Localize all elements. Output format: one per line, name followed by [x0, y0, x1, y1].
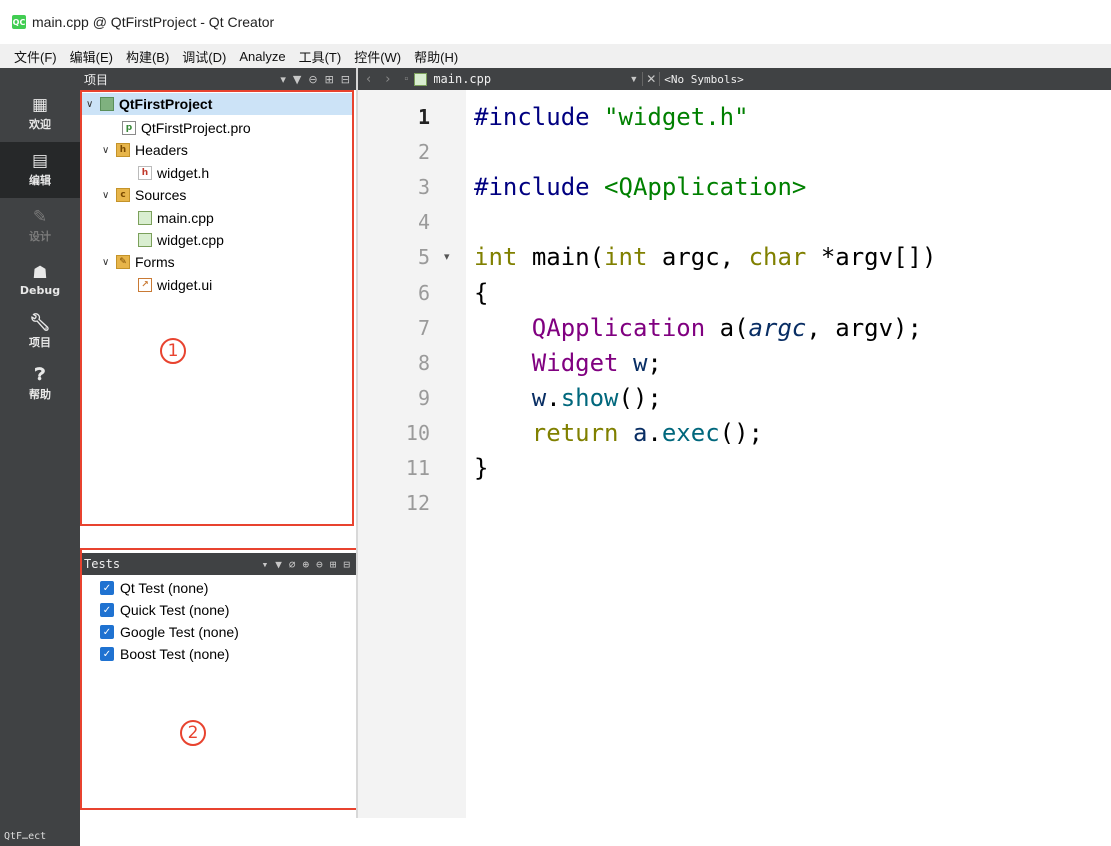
- line-number: 7: [417, 316, 430, 340]
- line-number: 2: [417, 140, 430, 164]
- lock-icon: ▫: [404, 73, 409, 85]
- mode-label: 帮助: [29, 388, 51, 401]
- line-number: 3: [417, 175, 430, 199]
- menu-build[interactable]: 构建(B): [126, 47, 169, 66]
- mode-design[interactable]: ✎ 设计: [0, 198, 80, 254]
- title-bar: QC main.cpp @ QtFirstProject - Qt Creato…: [0, 0, 1111, 44]
- annotation-box-2: [80, 548, 360, 810]
- cpp-file-icon: [414, 72, 428, 86]
- menu-widgets[interactable]: 控件(W): [354, 47, 401, 66]
- qt-creator-logo-icon: QC: [12, 15, 26, 29]
- menu-edit[interactable]: 编辑(E): [70, 47, 113, 66]
- code-line-8: Widget w;: [531, 349, 662, 377]
- mode-projects[interactable]: 🔧︎ 项目: [0, 306, 80, 358]
- close-file-icon[interactable]: ✕: [642, 72, 661, 86]
- code-line-7: QApplication a(argc, argv);: [531, 314, 922, 342]
- open-file-selector[interactable]: main.cpp: [433, 72, 629, 86]
- wrench-icon: 🔧︎: [29, 313, 51, 333]
- mode-sidebar: ▦ 欢迎 ▤ 编辑 ✎ 设计 ☗ Debug 🔧︎ 项目 ❓︎ 帮助 QtF…e…: [0, 68, 80, 846]
- code-line-3: #include <QApplication>: [474, 173, 807, 201]
- menu-analyze[interactable]: Analyze: [239, 49, 285, 64]
- mode-label: 项目: [29, 336, 51, 349]
- line-number: 6: [417, 281, 430, 305]
- mode-edit[interactable]: ▤ 编辑: [0, 142, 80, 198]
- annotation-number-2: 2: [180, 720, 206, 746]
- filter-icon[interactable]: ▼: [293, 73, 301, 86]
- close-panel-icon[interactable]: ⊟: [341, 73, 350, 86]
- annotation-number-1: 1: [160, 338, 186, 364]
- back-arrow-icon[interactable]: ‹: [366, 72, 371, 87]
- mode-help[interactable]: ❓︎ 帮助: [0, 358, 80, 410]
- forward-arrow-icon[interactable]: ›: [385, 72, 390, 87]
- line-number: 8: [417, 351, 430, 375]
- line-number-gutter: 1 2 3 4 5 6 7 8 9 10 11 12 ▾: [358, 90, 466, 818]
- line-number: 12: [405, 491, 430, 515]
- line-number: 1: [417, 105, 430, 129]
- code-line-11: }: [474, 454, 489, 482]
- link-icon[interactable]: ⊖: [308, 73, 317, 86]
- menu-bar: 文件(F) 编辑(E) 构建(B) 调试(D) Analyze 工具(T) 控件…: [0, 44, 1111, 68]
- code-line-1: #include "widget.h": [474, 103, 749, 131]
- mode-label: Debug: [19, 283, 61, 297]
- symbols-selector[interactable]: <No Symbols>: [664, 73, 743, 86]
- projects-panel-header: 项目 ▾ ▼ ⊖ ⊞ ⊟: [80, 68, 356, 90]
- dropdown-arrow-icon[interactable]: ▼: [629, 74, 638, 84]
- menu-tools[interactable]: 工具(T): [299, 47, 342, 66]
- menu-help[interactable]: 帮助(H): [414, 47, 458, 66]
- window-title: main.cpp @ QtFirstProject - Qt Creator: [32, 14, 275, 30]
- help-icon: ❓︎: [34, 365, 46, 385]
- bug-icon: ☗: [32, 262, 48, 283]
- pencil-icon: ✎: [32, 207, 48, 227]
- grid-icon: ▦: [31, 95, 49, 115]
- mode-label: 欢迎: [29, 118, 51, 131]
- line-number: 9: [417, 386, 430, 410]
- split-icon[interactable]: ⊞: [325, 73, 334, 86]
- edit-doc-icon: ▤: [31, 151, 49, 171]
- code-editor[interactable]: 1 2 3 4 5 6 7 8 9 10 11 12 ▾ #include "w…: [358, 90, 1111, 818]
- line-number: 4: [417, 210, 430, 234]
- menu-file[interactable]: 文件(F): [14, 47, 57, 66]
- menu-debug[interactable]: 调试(D): [182, 47, 226, 66]
- code-line-6: {: [474, 279, 489, 307]
- line-number: 10: [405, 421, 430, 445]
- mode-label: 编辑: [29, 174, 51, 187]
- mode-welcome[interactable]: ▦ 欢迎: [0, 86, 80, 142]
- project-selector[interactable]: QtF…ect: [0, 826, 80, 846]
- fold-marker-icon[interactable]: ▾: [444, 240, 450, 274]
- projects-panel-title: 项目: [84, 72, 109, 87]
- code-line-9: w.show();: [531, 384, 662, 412]
- code-line-10: return a.exec();: [531, 419, 764, 447]
- mode-label: 设计: [29, 230, 51, 243]
- annotation-box-1: [80, 90, 354, 526]
- editor-toolbar: ‹ › ▫ main.cpp ▼ ✕ <No Symbols>: [358, 68, 1111, 90]
- mode-debug[interactable]: ☗ Debug: [0, 254, 80, 306]
- line-number: 11: [405, 456, 430, 480]
- code-line-5: int main(int argc, char *argv[]): [474, 243, 937, 271]
- line-number: 5: [417, 245, 430, 269]
- view-dropdown-icon[interactable]: ▾: [280, 73, 286, 86]
